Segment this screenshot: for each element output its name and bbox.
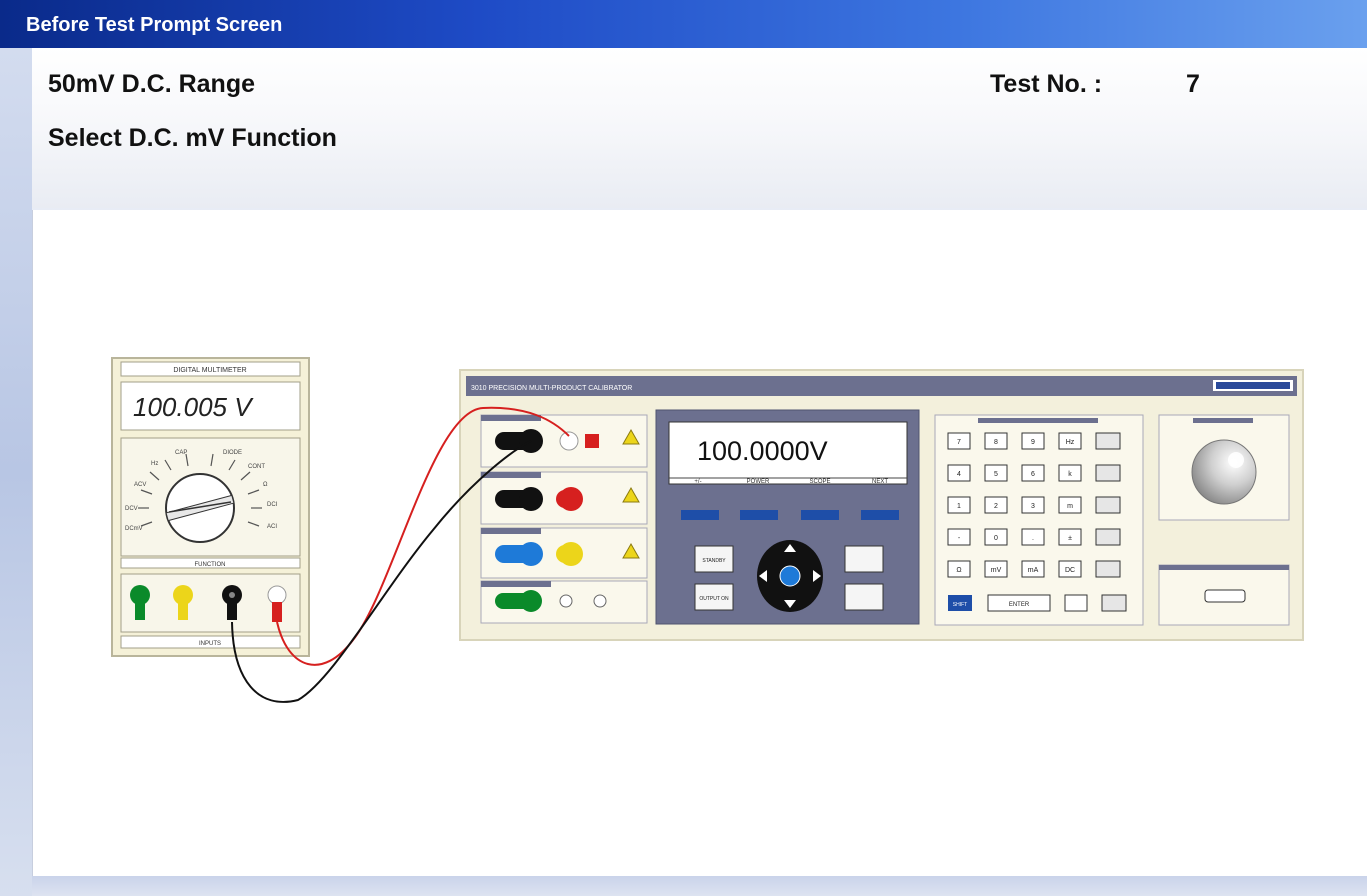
softkey-label-2: POWER: [747, 479, 770, 485]
current-terminals[interactable]: [495, 487, 583, 511]
window-title: Before Test Prompt Screen: [26, 14, 283, 36]
enter-label: ENTER: [1009, 602, 1030, 608]
function-key[interactable]: [1101, 594, 1127, 612]
output-on-label: OUTPUT ON: [699, 596, 729, 602]
svg-text:ACI: ACI: [267, 524, 277, 530]
keypad-key-label: 8: [994, 439, 998, 446]
escape-key[interactable]: [1064, 594, 1088, 612]
keypad-function-key[interactable]: [1095, 528, 1121, 546]
keypad-key-label: k: [1068, 471, 1072, 478]
window-titlebar: Before Test Prompt Screen: [0, 0, 1367, 48]
shift-label: SHIFT: [953, 602, 967, 608]
keypad-key-label: 2: [994, 503, 998, 510]
rotary-knob-section: [1158, 414, 1290, 521]
keypad-key-label: 3: [1031, 503, 1035, 510]
keypad-key-label: mV: [991, 567, 1002, 574]
softkey-4[interactable]: [861, 510, 899, 520]
keypad-key-label: 4: [957, 471, 961, 478]
svg-text:CONT: CONT: [248, 464, 265, 470]
keypad-function-key[interactable]: [1095, 464, 1121, 482]
serial-port: [1204, 589, 1246, 603]
calibrator: 3010 PRECISION MULTI-PRODUCT CALIBRATOR: [459, 369, 1304, 641]
softkey-1[interactable]: [681, 510, 719, 520]
bottom-border: [32, 876, 1367, 896]
svg-text:DCI: DCI: [267, 502, 278, 508]
keypad-key-label: 0: [994, 535, 998, 542]
function-label: FUNCTION: [195, 562, 226, 568]
keypad-key-label: Ω: [956, 567, 961, 574]
softkey-label-3: SCOPE: [809, 479, 830, 485]
keypad-key-label: 1: [957, 503, 961, 510]
test-number-value: 7: [1186, 70, 1200, 98]
keypad-key-label: Hz: [1066, 439, 1075, 446]
diagram-panel: DIGITAL MULTIMETER 100.005 V DCV DCmV AC…: [32, 210, 1367, 876]
svg-text:DCmV: DCmV: [125, 526, 143, 532]
multimeter-title: DIGITAL MULTIMETER: [173, 367, 246, 374]
rotary-knob[interactable]: [1191, 439, 1257, 505]
softkey-label-4: NEXT: [872, 479, 888, 485]
softkey-2[interactable]: [740, 510, 778, 520]
keypad-key-label: m: [1067, 503, 1073, 510]
keypad-function-key[interactable]: [1095, 496, 1121, 514]
calibrator-display-value: 100.0000V: [697, 436, 828, 466]
keypad-key-label: 5: [994, 471, 998, 478]
digital-multimeter: DIGITAL MULTIMETER 100.005 V DCV DCmV AC…: [111, 357, 310, 657]
range-up-button[interactable]: [844, 545, 884, 573]
calibrator-display-section: 100.0000V +/- POWER SCOPE NEXT STANDBY O…: [655, 409, 920, 625]
keypad-function-key[interactable]: [1095, 432, 1121, 450]
function-selector-dial[interactable]: [165, 473, 235, 543]
hi-lo-terminals-black[interactable]: [495, 429, 543, 453]
keypad-key-label: 9: [1031, 439, 1035, 446]
keypad-key-label: DC: [1065, 567, 1075, 574]
softkey-3[interactable]: [801, 510, 839, 520]
range-down-button[interactable]: [844, 583, 884, 611]
keypad-key-label: .: [1032, 535, 1034, 542]
interface-section: [1158, 564, 1290, 626]
connection-diagram: DIGITAL MULTIMETER 100.005 V DCV DCmV AC…: [111, 357, 1304, 703]
svg-text:Ω: Ω: [263, 482, 268, 488]
instruction-text: Select D.C. mV Function: [48, 124, 337, 152]
multimeter-display: 100.005 V: [133, 392, 254, 422]
inputs-label: INPUTS: [199, 641, 221, 647]
svg-text:ACV: ACV: [134, 482, 146, 488]
left-border: [0, 48, 32, 896]
test-number-label: Test No. :: [990, 70, 1103, 98]
keypad-function-key[interactable]: [1095, 560, 1121, 578]
navigation-pad[interactable]: [757, 540, 823, 612]
softkey-label-1: +/-: [694, 479, 701, 485]
range-label: 50mV D.C. Range: [48, 70, 256, 98]
keypad: 7 8 9 Hz4 5 6 k1 2 3 m- 0. ±Ω mV mA DC SHIFT ENTER: [934, 414, 1144, 626]
svg-text:CAP: CAP: [175, 450, 187, 456]
keypad-key-label: 6: [1031, 471, 1035, 478]
keypad-key-label: mA: [1028, 567, 1039, 574]
keypad-key-label: ±: [1068, 535, 1072, 542]
keypad-key-label: 7: [957, 439, 961, 446]
calibrator-title: 3010 PRECISION MULTI-PRODUCT CALIBRATOR: [471, 385, 632, 392]
terminal-red-block[interactable]: [585, 434, 599, 448]
high-current-terminals[interactable]: [495, 542, 583, 566]
svg-text:DIODE: DIODE: [223, 450, 242, 456]
svg-text:Hz: Hz: [151, 461, 158, 467]
standby-label: STANDBY: [702, 558, 726, 564]
svg-text:DCV: DCV: [125, 506, 138, 512]
output-terminal-section: [480, 414, 648, 624]
